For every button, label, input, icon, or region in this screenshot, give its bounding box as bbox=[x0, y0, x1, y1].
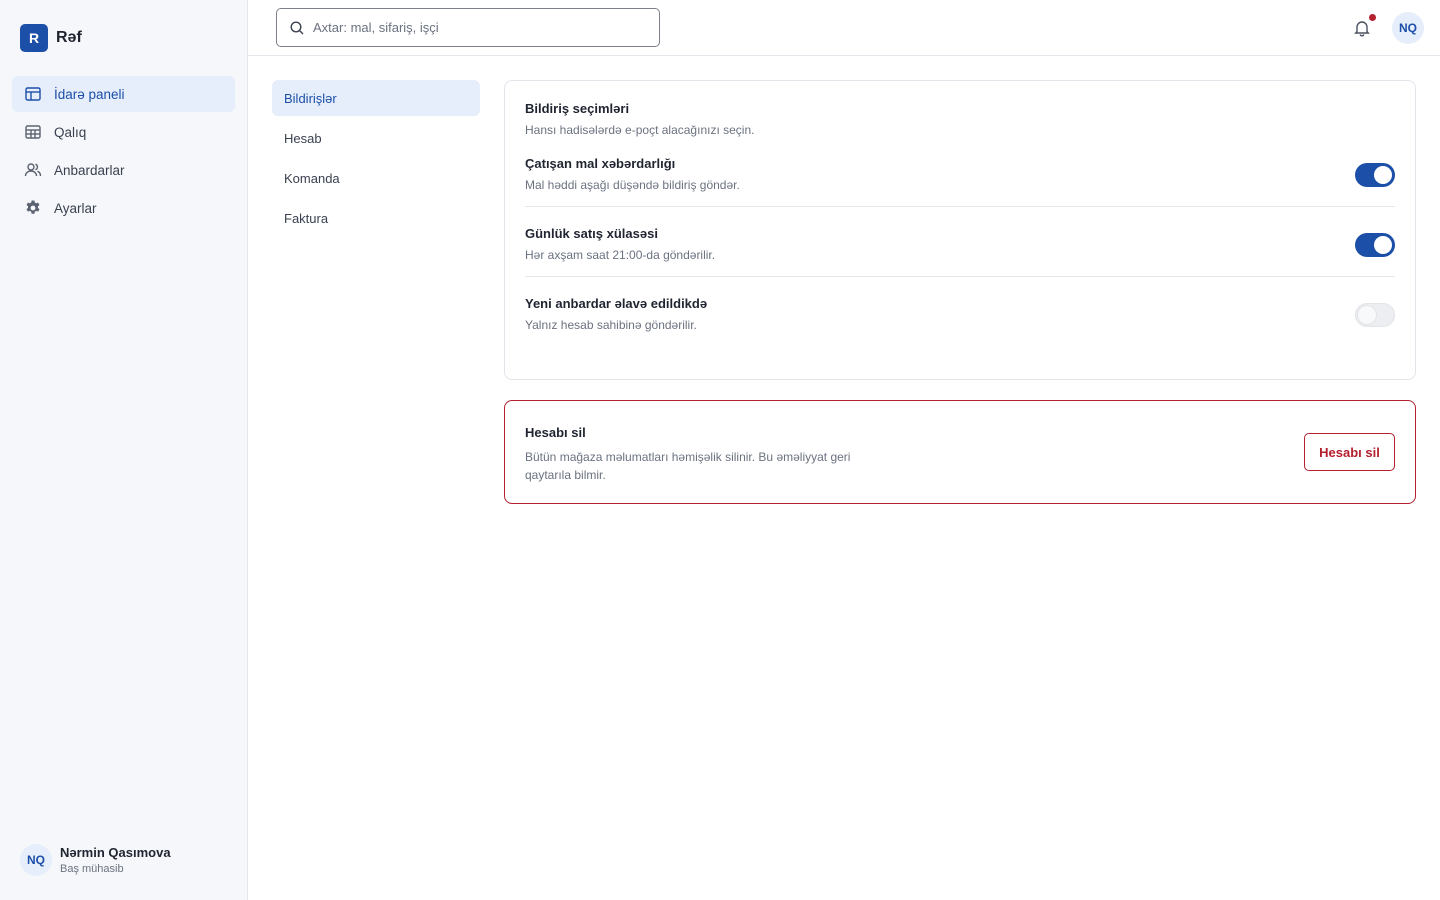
sidebar-item-dashboard[interactable]: İdarə paneli bbox=[12, 76, 235, 112]
sidebar-nav: İdarə paneli Qalıq Anbardarlar Ayarlar bbox=[12, 76, 235, 228]
search-icon bbox=[290, 20, 304, 34]
brand-name: Rəf bbox=[56, 29, 82, 46]
danger-description: Bütün mağaza məlumatları həmişəlik silin… bbox=[525, 450, 851, 482]
tab-billing[interactable]: Faktura bbox=[272, 200, 480, 236]
daily-sales-toggle[interactable] bbox=[1355, 233, 1395, 257]
notification-dot bbox=[1369, 14, 1376, 21]
tab-account[interactable]: Hesab bbox=[272, 120, 480, 156]
card-title: Bildiriş seçimləri bbox=[525, 101, 630, 116]
gear-icon bbox=[26, 200, 40, 214]
option-new-keeper: Yeni anbardar əlavə edildikdə Yalnız hes… bbox=[525, 277, 1395, 347]
user-role: Baş mühasib bbox=[60, 863, 124, 875]
delete-account-card: Hesabı sil Bütün mağaza məlumatları həmi… bbox=[504, 400, 1416, 504]
toggle-knob bbox=[1374, 166, 1392, 184]
sidebar-item-label: Qalıq bbox=[54, 124, 87, 140]
inventory-icon bbox=[25, 125, 41, 139]
sidebar-item-label: İdarə paneli bbox=[54, 86, 125, 102]
option-title: Çatışan mal xəbərdarlığı bbox=[525, 156, 676, 171]
sidebar-item-warehouse-keepers[interactable]: Anbardarlar bbox=[12, 152, 235, 188]
option-description: Mal həddi aşağı düşəndə bildiriş göndər. bbox=[525, 178, 740, 192]
brand-logo: R bbox=[20, 24, 48, 52]
tab-team[interactable]: Komanda bbox=[272, 160, 480, 196]
sidebar-item-label: Anbardarlar bbox=[54, 162, 125, 178]
sidebar-item-inventory[interactable]: Qalıq bbox=[12, 114, 235, 150]
option-title: Günlük satış xülasəsi bbox=[525, 226, 658, 241]
dashboard-icon bbox=[25, 87, 41, 101]
bell-icon[interactable] bbox=[1352, 18, 1372, 38]
toggle-knob bbox=[1358, 306, 1376, 324]
notification-preferences-card: Bildiriş seçimləri Hansı hadisələrdə e-p… bbox=[504, 80, 1416, 380]
search-box[interactable] bbox=[276, 8, 660, 47]
danger-title: Hesabı sil bbox=[525, 425, 586, 440]
tab-notifications[interactable]: Bildirişlər bbox=[272, 80, 480, 116]
card-subtitle: Hansı hadisələrdə e-poçt alacağınızı seç… bbox=[525, 123, 755, 137]
toggle-knob bbox=[1374, 236, 1392, 254]
option-title: Yeni anbardar əlavə edildikdə bbox=[525, 296, 708, 311]
avatar: NQ bbox=[20, 844, 52, 876]
user-name: Nərmin Qasımova bbox=[60, 845, 171, 860]
low-stock-toggle[interactable] bbox=[1355, 163, 1395, 187]
option-low-stock: Çatışan mal xəbərdarlığı Mal həddi aşağı… bbox=[525, 137, 1395, 207]
sidebar: R Rəf İdarə paneli Qalıq Anbardarlar Aya… bbox=[0, 0, 248, 900]
avatar[interactable]: NQ bbox=[1392, 12, 1424, 44]
option-description: Hər axşam saat 21:00-da göndərilir. bbox=[525, 248, 716, 262]
sidebar-item-settings[interactable]: Ayarlar bbox=[12, 190, 235, 226]
users-icon bbox=[24, 163, 42, 177]
topbar: NQ bbox=[248, 0, 1440, 56]
brand[interactable]: R Rəf bbox=[20, 24, 82, 52]
settings-nav: Bildirişlər Hesab Komanda Faktura bbox=[272, 80, 480, 240]
delete-account-button[interactable]: Hesabı sil bbox=[1304, 433, 1395, 471]
option-daily-sales: Günlük satış xülasəsi Hər axşam saat 21:… bbox=[525, 207, 1395, 277]
option-description: Yalnız hesab sahibinə göndərilir. bbox=[525, 318, 697, 332]
user-info: Nərmin Qasımova Baş mühasib bbox=[60, 845, 171, 875]
new-keeper-toggle[interactable] bbox=[1355, 303, 1395, 327]
user-card[interactable]: NQ Nərmin Qasımova Baş mühasib bbox=[20, 844, 171, 876]
search-input[interactable] bbox=[313, 20, 643, 35]
sidebar-item-label: Ayarlar bbox=[54, 200, 97, 216]
